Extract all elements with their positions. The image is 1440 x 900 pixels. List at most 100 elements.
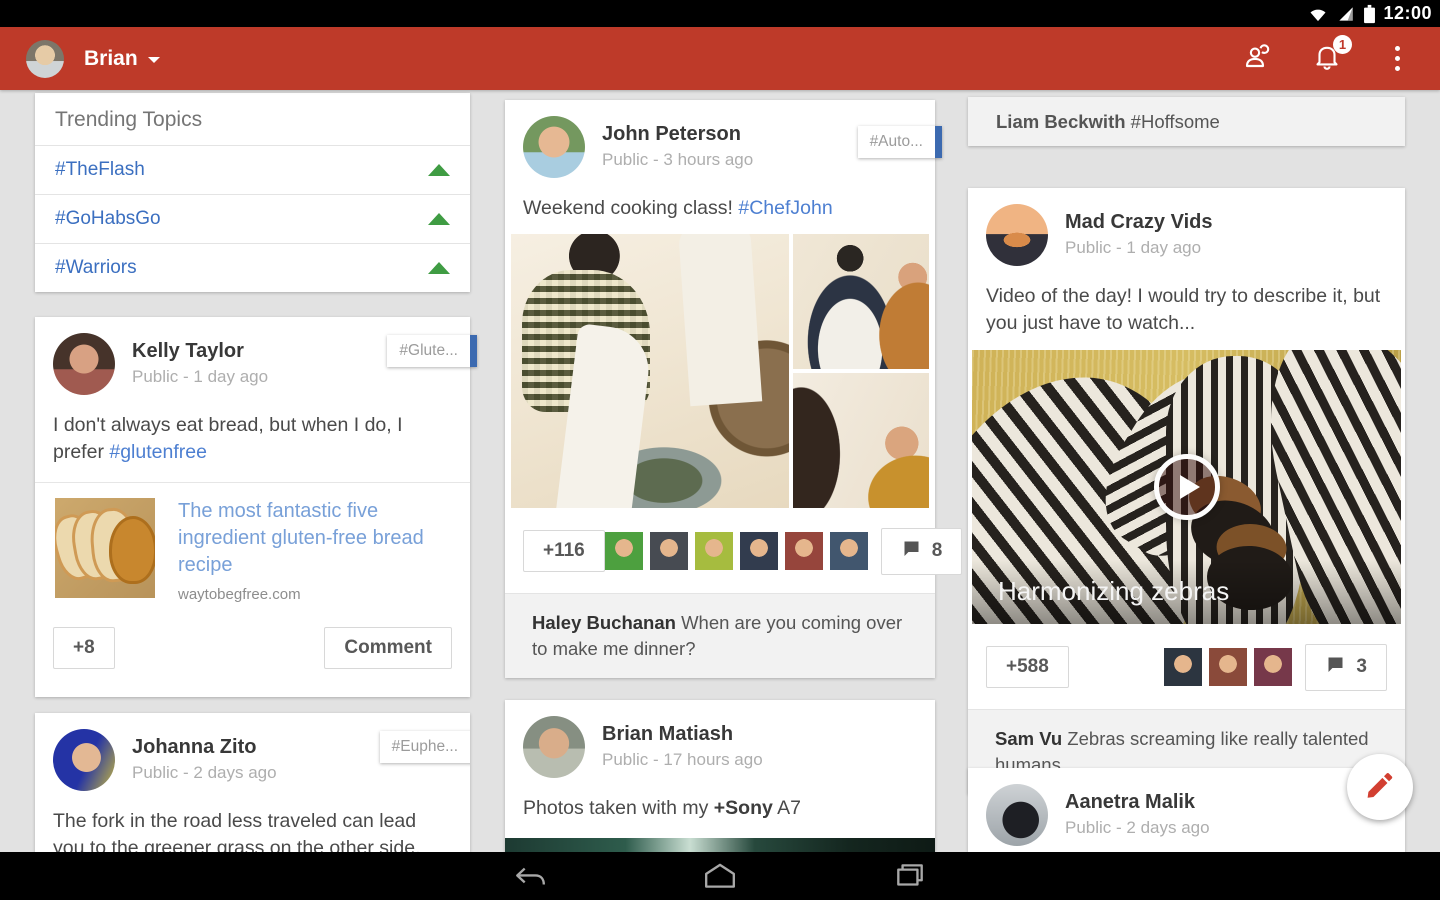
comment-bubble-icon — [901, 538, 922, 565]
post-meta: Public - 2 days ago — [1065, 818, 1210, 838]
post-meta: Public - 1 day ago — [1065, 238, 1212, 258]
trending-topic-link[interactable]: #GoHabsGo — [55, 208, 161, 230]
plus-one-button[interactable]: +116 — [523, 530, 605, 572]
commenter-avatar[interactable] — [1209, 648, 1247, 686]
post-text-body: The fork in the road less traveled can l… — [53, 810, 420, 852]
commenter-avatar[interactable] — [695, 532, 733, 570]
author-name[interactable]: Kelly Taylor — [132, 340, 268, 363]
clock-time: 12:00 — [1383, 3, 1432, 24]
plus-one-button[interactable]: +588 — [986, 646, 1069, 688]
post-header: Aanetra Malik Public - 2 days ago — [968, 768, 1405, 846]
post-text-body: I don't always eat bread, but when I do,… — [53, 414, 403, 463]
commenter-avatar[interactable] — [1164, 648, 1202, 686]
commenter-avatar[interactable] — [605, 532, 643, 570]
trending-topic-link[interactable]: #TheFlash — [55, 159, 145, 181]
post-meta: Public - 1 day ago — [132, 367, 268, 387]
video-player[interactable]: Harmonizing zebras — [972, 350, 1401, 624]
link-preview[interactable]: The most fantastic five ingredient glute… — [35, 483, 470, 607]
overflow-menu-button[interactable] — [1380, 42, 1414, 76]
hashtag-ribbon-edge — [470, 335, 477, 367]
photo-cooking-main[interactable] — [511, 234, 789, 508]
post-meta: Public - 17 hours ago — [602, 750, 763, 770]
author-name[interactable]: Johanna Zito — [132, 736, 277, 759]
comment-text: #Hoffsome — [1126, 111, 1220, 132]
trending-topic-row[interactable]: #GoHabsGo — [35, 194, 470, 243]
post-text: Video of the day! I would try to describ… — [968, 266, 1405, 350]
post-actions: +116 8 — [505, 508, 935, 593]
author-name[interactable]: John Peterson — [602, 123, 753, 146]
account-switcher-label[interactable]: Brian — [84, 47, 138, 71]
author-avatar[interactable] — [986, 204, 1048, 266]
comment-count-button[interactable]: 3 — [1305, 644, 1387, 691]
hashtag-ribbon[interactable]: #Euphe... — [380, 731, 470, 763]
recent-apps-button[interactable] — [865, 859, 955, 893]
plus-one-button[interactable]: +8 — [53, 627, 115, 669]
post-text: I don't always eat bread, but when I do,… — [35, 395, 470, 480]
trending-title: Trending Topics — [35, 93, 470, 145]
battery-icon — [1363, 4, 1376, 24]
commenter-avatar[interactable] — [785, 532, 823, 570]
post-text: Photos taken with my +Sony A7 — [505, 778, 935, 836]
overflow-dots-icon — [1395, 46, 1400, 71]
post-text: The fork in the road less traveled can l… — [35, 791, 470, 852]
trending-topic-row[interactable]: #TheFlash — [35, 145, 470, 194]
app-bar: Brian 1 — [0, 27, 1440, 90]
author-name[interactable]: Aanetra Malik — [1065, 791, 1210, 814]
home-button[interactable] — [675, 859, 765, 893]
chevron-down-icon[interactable] — [148, 57, 160, 63]
author-avatar[interactable] — [523, 116, 585, 178]
comment-author[interactable]: Sam Vu — [995, 728, 1062, 749]
hashtag-link[interactable]: #glutenfree — [109, 441, 207, 463]
photo-preview-sliver[interactable] — [505, 838, 935, 852]
play-button[interactable] — [1154, 454, 1220, 520]
comment-bubble-icon — [1325, 654, 1346, 681]
add-person-icon — [1241, 40, 1273, 77]
comment-author[interactable]: Haley Buchanan — [532, 612, 676, 633]
photo-cooking-bottom[interactable] — [793, 373, 929, 508]
current-user-avatar[interactable] — [26, 40, 64, 78]
trend-up-icon — [428, 164, 450, 176]
commenter-avatar[interactable] — [1254, 648, 1292, 686]
author-name[interactable]: Mad Crazy Vids — [1065, 211, 1212, 234]
back-button[interactable] — [485, 859, 575, 893]
plus-oner-avatars — [1164, 648, 1292, 686]
comment-count: 3 — [1356, 656, 1367, 678]
hashtag-ribbon[interactable]: #Glute... — [387, 335, 477, 367]
photo-cooking-top[interactable] — [793, 234, 929, 369]
hashtag-ribbon[interactable]: #Auto... — [858, 126, 942, 158]
commenter-avatar[interactable] — [830, 532, 868, 570]
post-card-johanna-zito: #Euphe... Johanna Zito Public - 2 days a… — [35, 713, 470, 852]
post-meta: Public - 3 hours ago — [602, 150, 753, 170]
trending-topic-link[interactable]: #Warriors — [55, 257, 137, 279]
mention-link[interactable]: +Sony — [714, 797, 773, 819]
link-title[interactable]: The most fantastic five ingredient glute… — [178, 498, 450, 579]
plus-oner-avatars — [605, 532, 868, 570]
hashtag-ribbon-label: #Glute... — [387, 335, 470, 367]
hashtag-link[interactable]: #ChefJohn — [738, 197, 832, 219]
notifications-button[interactable]: 1 — [1310, 42, 1344, 76]
author-avatar[interactable] — [53, 333, 115, 395]
add-people-button[interactable] — [1240, 42, 1274, 76]
comment-button[interactable]: Comment — [324, 627, 452, 669]
pencil-icon — [1364, 769, 1396, 806]
author-avatar[interactable] — [523, 716, 585, 778]
compose-post-fab[interactable] — [1347, 754, 1413, 820]
comment-preview[interactable]: Haley Buchanan When are you coming over … — [505, 593, 935, 679]
trending-topic-row[interactable]: #Warriors — [35, 243, 470, 292]
photo-collage[interactable] — [511, 234, 929, 508]
comment-author[interactable]: Liam Beckwith — [996, 111, 1126, 132]
post-card-john-peterson: #Auto... John Peterson Public - 3 hours … — [505, 100, 935, 678]
comment-card-liam-beckwith[interactable]: Liam Beckwith #Hoffsome — [968, 97, 1405, 146]
post-text: Weekend cooking class! #ChefJohn — [505, 178, 935, 234]
post-card-kelly-taylor: #Glute... Kelly Taylor Public - 1 day ag… — [35, 317, 470, 697]
author-name[interactable]: Brian Matiash — [602, 723, 763, 746]
commenter-avatar[interactable] — [740, 532, 778, 570]
author-avatar[interactable] — [986, 784, 1048, 846]
commenter-avatar[interactable] — [650, 532, 688, 570]
android-nav-bar — [0, 852, 1440, 900]
author-avatar[interactable] — [53, 729, 115, 791]
wifi-icon — [1307, 4, 1329, 24]
post-header: Brian Matiash Public - 17 hours ago — [505, 700, 935, 778]
comment-count-button[interactable]: 8 — [881, 528, 963, 575]
post-card-aanetra-malik: Aanetra Malik Public - 2 days ago — [968, 768, 1405, 852]
